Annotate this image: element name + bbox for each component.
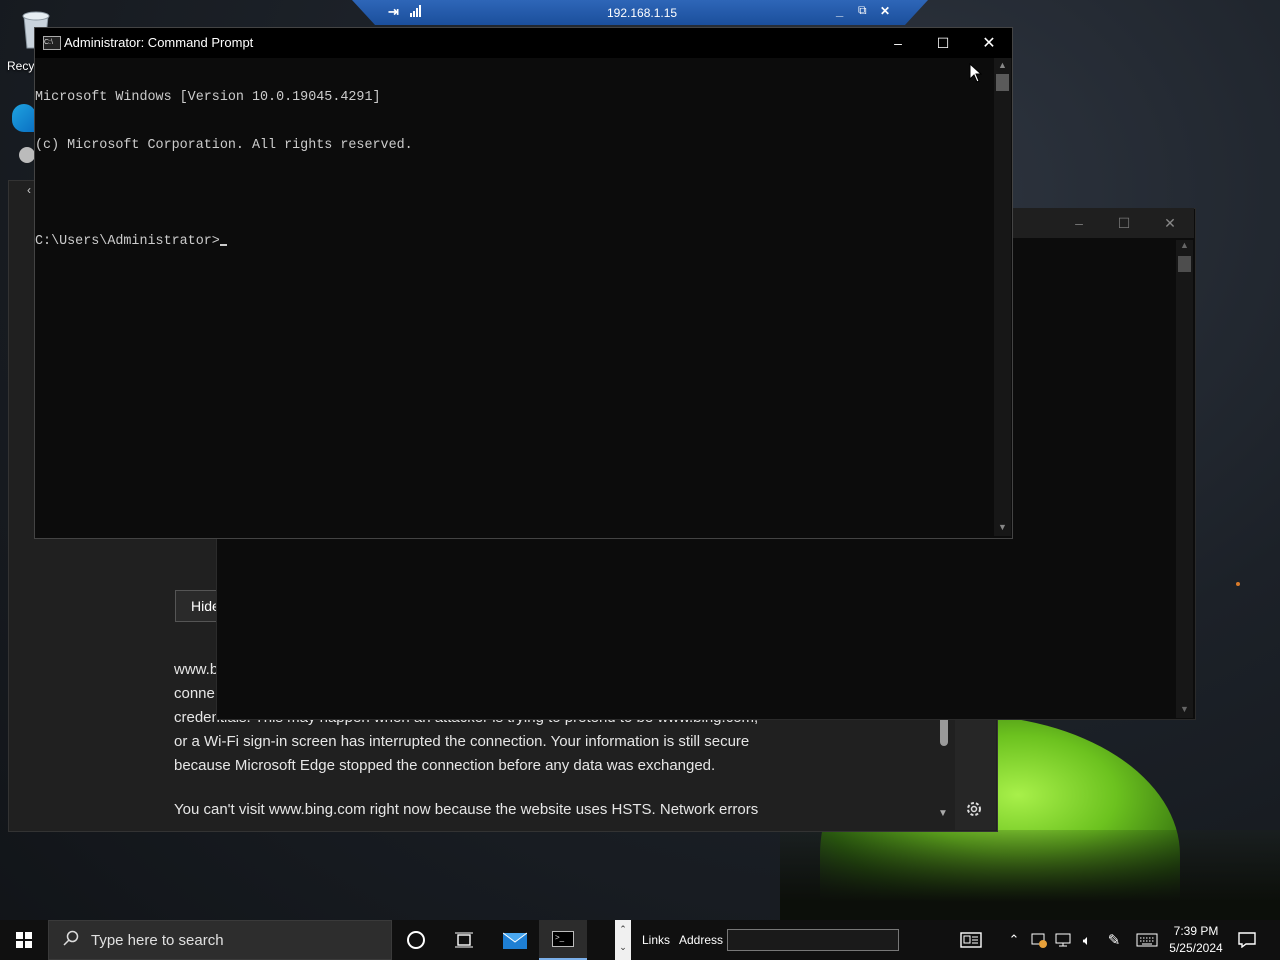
remote-desktop-bar[interactable]: ⇥ 192.168.1.15 _ ⧉ ✕: [352, 0, 928, 25]
clock[interactable]: 7:39 PM 5/25/2024: [1166, 923, 1226, 957]
error-paragraph-2: You can't visit www.bing.com right now b…: [174, 801, 759, 818]
chevron-up-icon[interactable]: ⌃: [1006, 920, 1022, 960]
edge-scrollbar-thumb[interactable]: [940, 716, 948, 746]
maximize-icon[interactable]: ☐: [920, 28, 966, 58]
console-line: Microsoft Windows [Version 10.0.19045.42…: [35, 90, 381, 105]
address-toolbar-label: Address: [679, 933, 724, 947]
security-alert-icon[interactable]: [1030, 920, 1048, 960]
remote-host-address: 192.168.1.15: [607, 6, 678, 20]
error-line: because Microsoft Edge stopped the conne…: [174, 757, 716, 774]
clock-date: 5/25/2024: [1169, 941, 1223, 955]
cmd-taskbar-button[interactable]: >_: [539, 920, 587, 960]
address-input[interactable]: [727, 929, 899, 951]
window-title: Administrator: Command Prompt: [64, 35, 254, 50]
scroll-up-icon[interactable]: ▲: [998, 60, 1007, 70]
restore-icon[interactable]: ⧉: [858, 3, 867, 18]
console-prompt-line: C:\Users\Administrator>: [35, 234, 993, 250]
scrollbar-thumb[interactable]: [996, 74, 1009, 91]
minimize-icon[interactable]: –: [875, 28, 921, 58]
edge-desktop-icon[interactable]: [12, 104, 36, 132]
search-icon: [63, 930, 79, 950]
scroll-down-icon[interactable]: ▼: [938, 808, 948, 819]
clock-time: 7:39 PM: [1173, 924, 1219, 938]
settings-gear-icon[interactable]: [964, 799, 984, 819]
chevron-down-icon[interactable]: ⌄: [615, 938, 631, 956]
touch-keyboard-icon[interactable]: [1134, 920, 1160, 960]
scrollbar-thumb[interactable]: [1178, 256, 1191, 272]
mouse-pointer-icon: [969, 62, 983, 88]
signal-strength-icon[interactable]: [410, 5, 422, 20]
cortana-button[interactable]: [392, 920, 440, 960]
console-prompt: C:\Users\Administrator>: [35, 234, 220, 249]
console-scrollbar[interactable]: ▲ ▼: [994, 58, 1011, 536]
scroll-down-icon[interactable]: ▼: [998, 522, 1007, 532]
maximize-icon[interactable]: ☐: [1101, 208, 1147, 238]
console-output[interactable]: Microsoft Windows [Version 10.0.19045.42…: [35, 58, 993, 536]
close-icon[interactable]: ✕: [880, 4, 890, 18]
cmd-app-icon: C:\: [43, 36, 61, 50]
news-widget-icon[interactable]: [957, 920, 985, 960]
scroll-down-icon[interactable]: ▼: [1180, 704, 1189, 714]
chevron-up-icon[interactable]: ⌃: [615, 920, 631, 938]
back-arrow-icon[interactable]: ‹: [27, 183, 31, 197]
wallpaper-star: [1236, 582, 1240, 586]
background-console-titlebar[interactable]: – ☐ ✕: [1012, 208, 1194, 238]
start-button[interactable]: [0, 920, 48, 960]
task-view-button[interactable]: [440, 920, 488, 960]
console-line: (c) Microsoft Corporation. All rights re…: [35, 138, 413, 153]
task-view-icon: [455, 932, 473, 948]
search-placeholder: Type here to search: [91, 931, 224, 949]
command-prompt-titlebar[interactable]: C:\ Administrator: Command Prompt – ☐ ✕: [35, 28, 1012, 58]
pen-workspace-icon[interactable]: ✎: [1104, 920, 1124, 960]
error-line: or a Wi-Fi sign-in screen has interrupte…: [174, 733, 750, 750]
scroll-up-icon[interactable]: ▲: [1180, 240, 1189, 250]
volume-icon[interactable]: 🔈︎: [1078, 920, 1096, 960]
command-prompt-window[interactable]: C:\ Administrator: Command Prompt – ☐ ✕ …: [34, 27, 1013, 539]
mail-icon: [503, 932, 527, 949]
network-icon[interactable]: [1054, 920, 1072, 960]
mail-app-button[interactable]: [491, 920, 539, 960]
cmd-icon: >_: [552, 931, 574, 947]
taskbar-search-box[interactable]: Type here to search: [48, 920, 392, 960]
minimize-icon[interactable]: –: [1056, 208, 1102, 238]
notification-center-icon[interactable]: [1236, 920, 1258, 960]
profile-icon[interactable]: [19, 147, 35, 163]
windows-logo-icon: [16, 932, 32, 948]
taskbar: Type here to search >_ ⌃ ⌄ Links Address…: [0, 920, 1280, 960]
cortana-circle-icon: [407, 931, 425, 949]
text-cursor: [219, 244, 227, 246]
pin-icon[interactable]: ⇥: [388, 4, 399, 20]
toolbar-scroll-arrows[interactable]: ⌃ ⌄: [615, 920, 631, 960]
wallpaper-ground: [780, 830, 1280, 920]
links-toolbar-label[interactable]: Links: [642, 933, 670, 947]
recycle-bin-label: Recy: [7, 59, 35, 73]
close-icon[interactable]: ✕: [1147, 208, 1193, 238]
minimize-icon[interactable]: _: [836, 3, 843, 18]
close-icon[interactable]: ✕: [966, 28, 1012, 58]
background-console-scrollbar[interactable]: ▲ ▼: [1176, 240, 1193, 718]
